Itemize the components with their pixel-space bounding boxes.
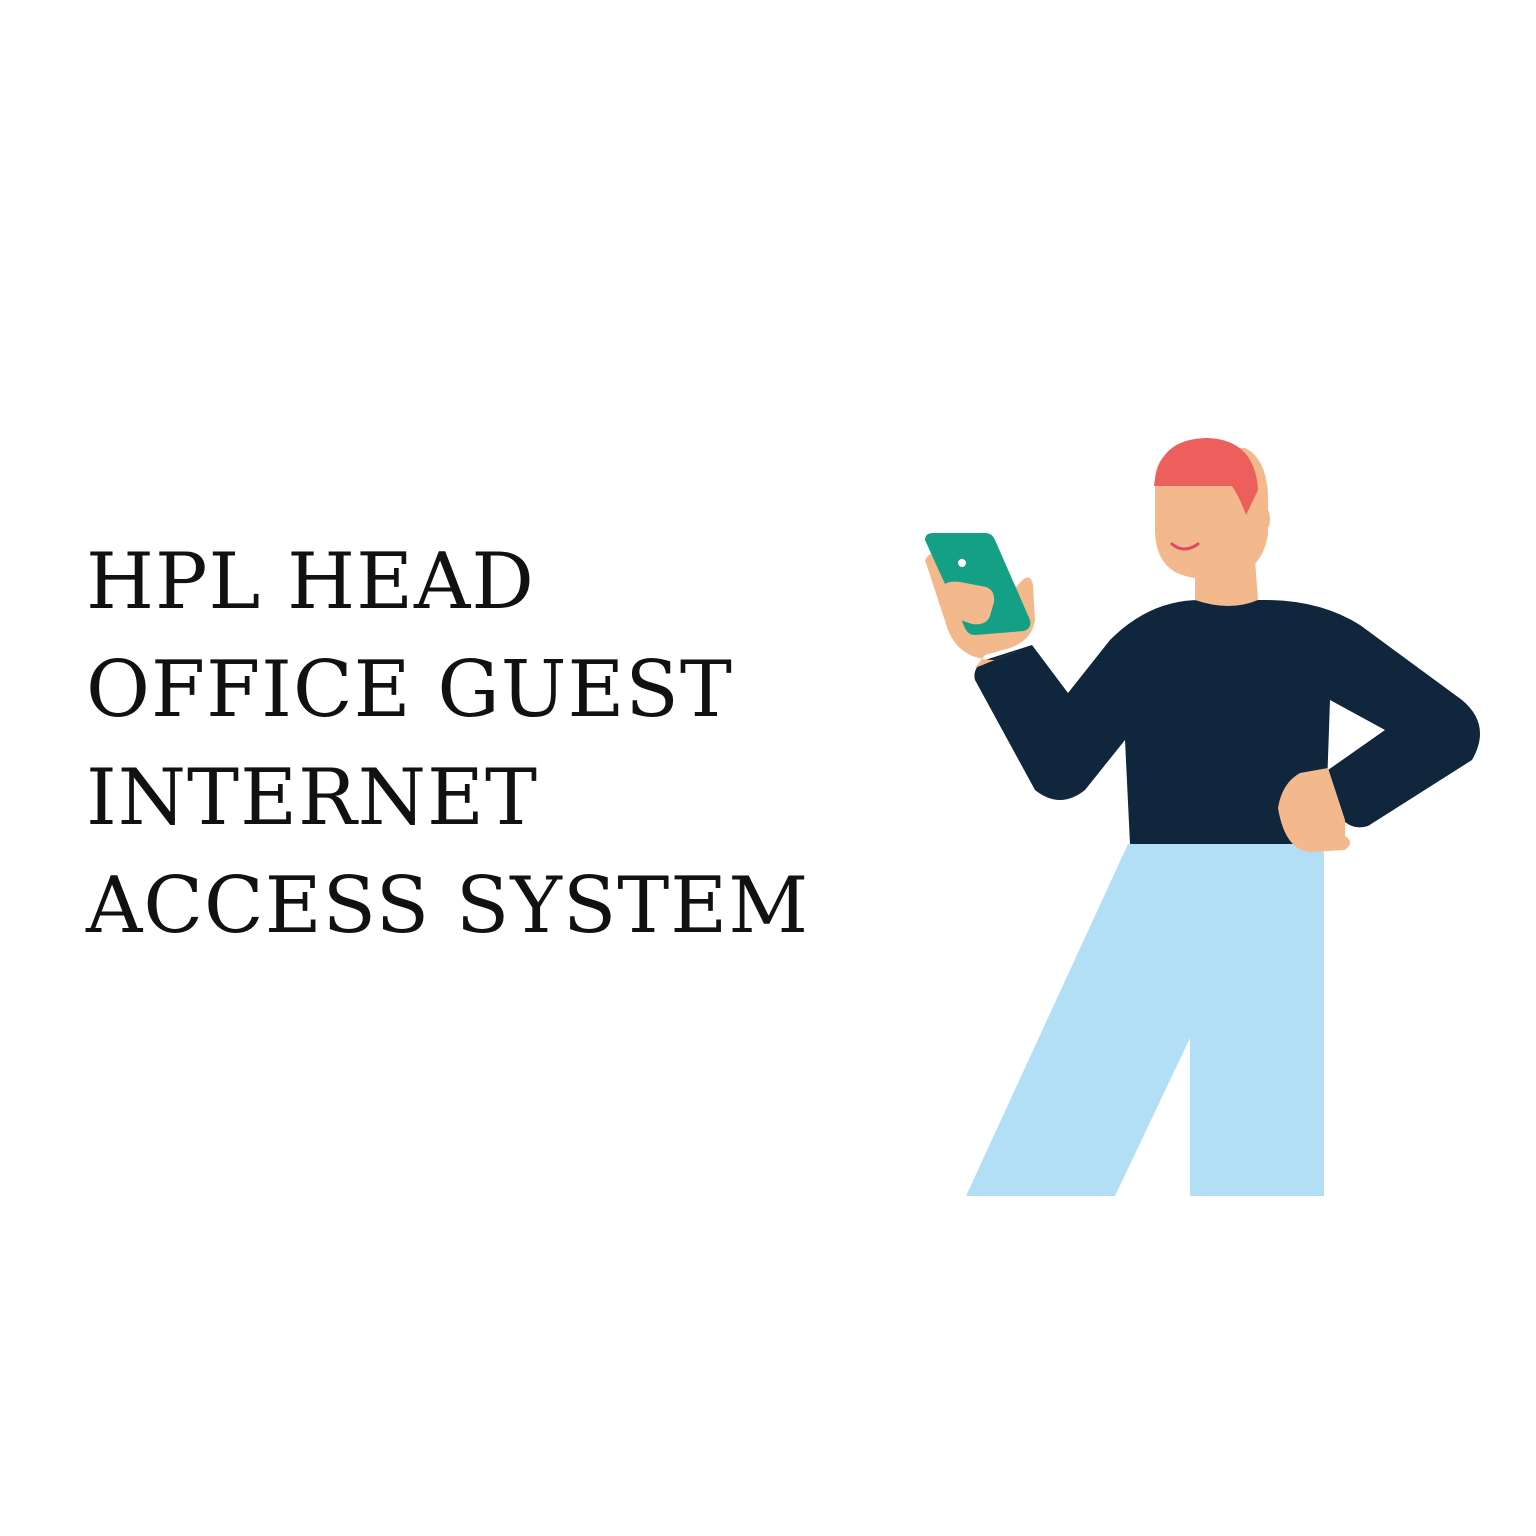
head-shape bbox=[1154, 438, 1270, 580]
title-line-3: INTERNET bbox=[86, 753, 538, 843]
title-line-2: OFFICE GUEST bbox=[86, 645, 733, 735]
title-line-4: ACCESS SYSTEM bbox=[86, 861, 810, 951]
page-title: HPL HEAD OFFICE GUEST INTERNET ACCESS SY… bbox=[86, 528, 886, 960]
pants-shape bbox=[966, 844, 1324, 1196]
person-with-phone-illustration bbox=[925, 438, 1480, 1196]
sweater-shape bbox=[974, 600, 1480, 844]
title-line-1: HPL HEAD bbox=[86, 537, 535, 627]
